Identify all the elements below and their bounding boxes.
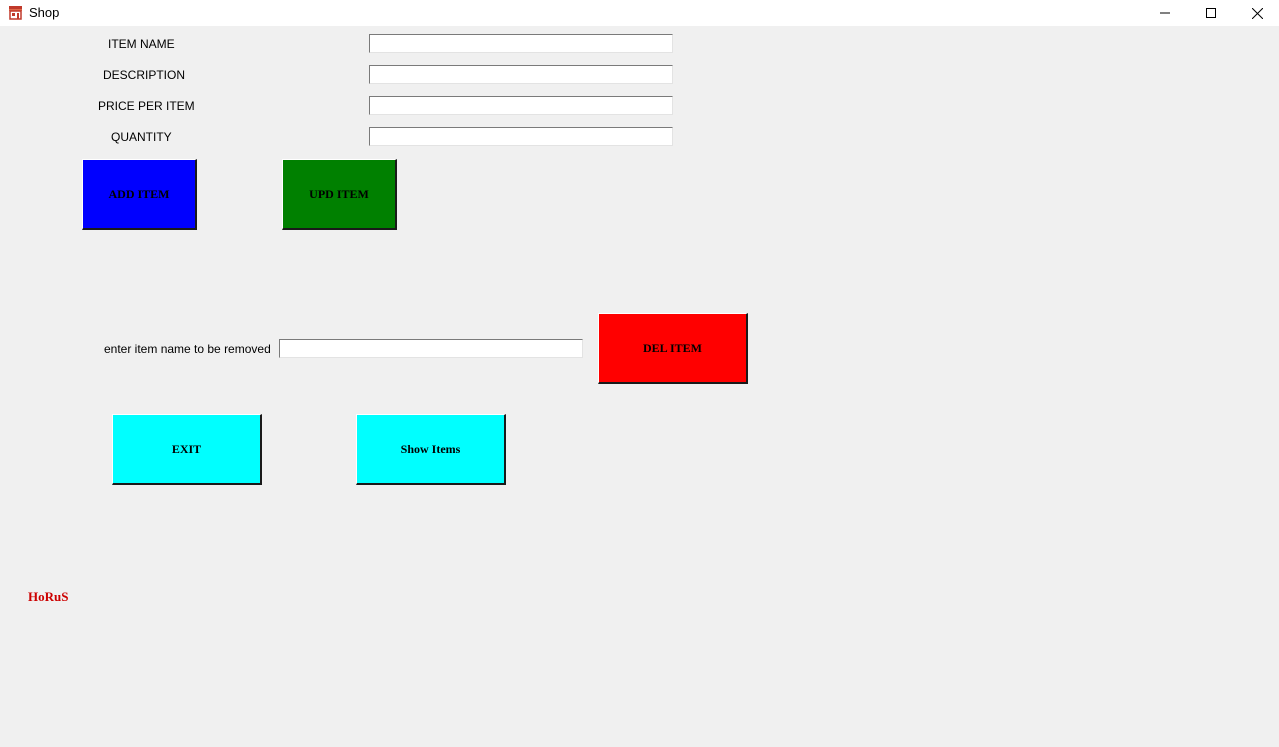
exit-button[interactable]: EXIT	[112, 414, 262, 485]
update-item-button[interactable]: UPD ITEM	[282, 159, 397, 230]
remove-item-input[interactable]	[279, 339, 583, 358]
close-icon	[1251, 7, 1263, 19]
description-label: DESCRIPTION	[103, 68, 186, 82]
item-name-label: ITEM NAME	[108, 37, 175, 51]
minimize-button[interactable]	[1142, 0, 1188, 26]
minimize-icon	[1160, 8, 1170, 18]
price-input[interactable]	[369, 96, 673, 115]
quantity-label: QUANTITY	[111, 130, 172, 144]
description-input[interactable]	[369, 65, 673, 84]
maximize-button[interactable]	[1188, 0, 1234, 26]
shop-icon	[8, 5, 23, 20]
item-name-input[interactable]	[369, 34, 673, 53]
close-button[interactable]	[1234, 0, 1279, 26]
price-label: PRICE PER ITEM	[98, 99, 195, 113]
delete-item-button[interactable]: DEL ITEM	[598, 313, 748, 384]
remove-item-label: enter item name to be removed	[104, 342, 271, 356]
add-item-button[interactable]: ADD ITEM	[82, 159, 197, 230]
quantity-input[interactable]	[369, 127, 673, 146]
main-window: ITEM NAME DESCRIPTION PRICE PER ITEM QUA…	[0, 26, 1279, 747]
maximize-icon	[1206, 8, 1216, 18]
author-signature: HoRuS	[28, 589, 69, 604]
window-title: Shop	[29, 5, 60, 20]
show-items-button[interactable]: Show Items	[356, 414, 506, 485]
title-bar[interactable]: Shop	[0, 0, 1279, 26]
